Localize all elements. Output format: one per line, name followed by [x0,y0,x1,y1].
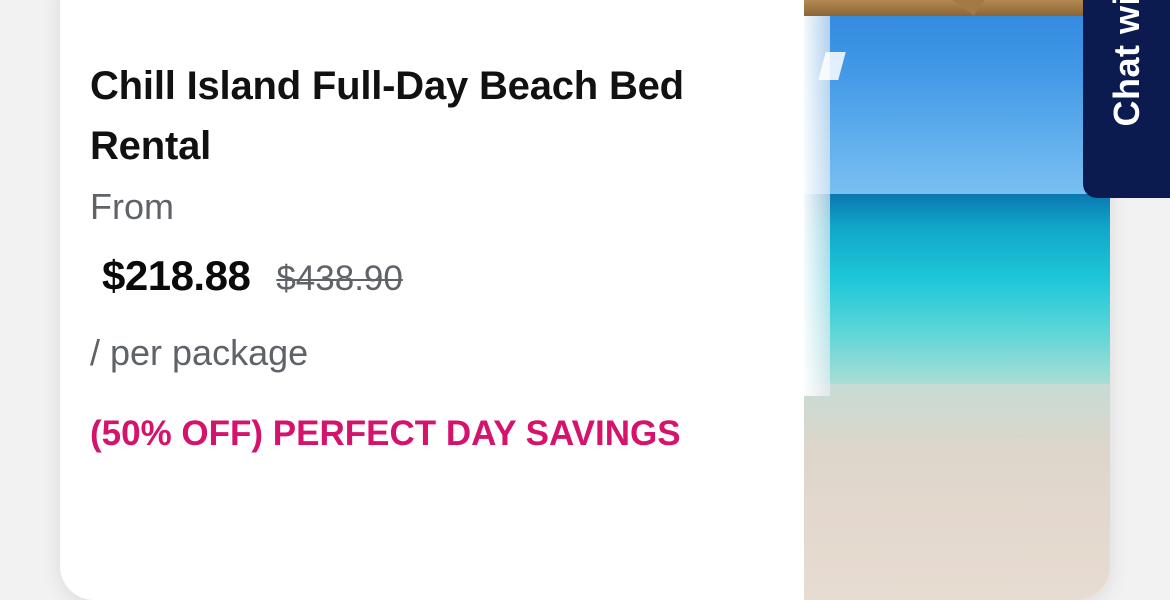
photo-sea [804,194,1110,384]
photo-sky [804,0,1110,194]
chat-tab[interactable]: Chat with [1083,0,1170,198]
promo-label: (50% OFF) PERFECT DAY SAVINGS [90,414,681,453]
price-row: $218.88 $438.90 [102,252,403,300]
original-price: $438.90 [276,259,403,298]
photo-sand [804,384,1110,600]
price-unit: / per package [90,332,309,373]
product-title[interactable]: Chill Island Full-Day Beach Bed Rental [90,56,770,176]
beach-photo[interactable] [804,0,1110,600]
sale-price: $218.88 [102,252,251,299]
from-label: From [90,186,174,227]
product-card[interactable]: Chill Island Full-Day Beach Bed Rental F… [60,0,1110,600]
chat-tab-label: Chat with [1106,0,1147,127]
